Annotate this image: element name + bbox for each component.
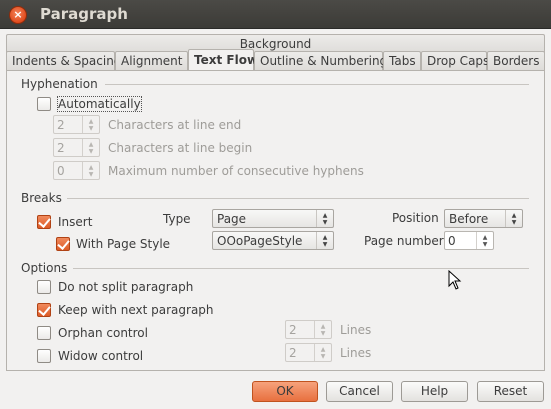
close-icon[interactable]: × [9,6,27,24]
page-style-value: OOoPageStyle [217,234,303,248]
help-button[interactable]: Help [401,381,468,402]
type-label: Type [163,212,191,226]
options-heading: Options [21,261,68,275]
spinner-arrows-icon: ▲ ▼ [476,232,493,249]
insert-checkbox[interactable] [37,215,51,229]
automatically-label[interactable]: Automatically [57,96,142,112]
keep-with-next-label: Keep with next paragraph [58,303,214,317]
position-value: Before [449,212,489,226]
widow-control-checkbox[interactable] [37,349,51,363]
max-hyphens-value: 0 [57,164,65,178]
position-label: Position [392,211,439,225]
max-hyphens-label: Maximum number of consecutive hyphens [108,164,364,178]
title-bar: × Paragraph [0,0,551,29]
widow-lines-spinner[interactable]: 2 ▲ ▼ [285,343,332,362]
ok-button[interactable]: OK [252,381,318,402]
dialog-body: Background Indents & Spacing Alignment T… [6,34,545,371]
with-page-style-label: With Page Style [76,237,171,251]
tab-text-flow[interactable]: Text Flow [188,49,258,70]
spinner-arrows-icon: ▲ ▼ [82,116,99,133]
tab-indents-spacing[interactable]: Indents & Spacing [6,51,121,70]
widow-lines-value: 2 [289,346,297,360]
insert-label: Insert [58,215,93,229]
cancel-button[interactable]: Cancel [326,381,393,402]
max-hyphens-spinner[interactable]: 0 ▲ ▼ [53,161,100,180]
type-dropdown[interactable]: Page ▲ ▼ [212,209,334,228]
chars-line-begin-value: 2 [57,141,65,155]
text-flow-panel: Hyphenation Automatically 2 ▲ ▼ Character… [6,70,545,371]
spinner-arrows-icon: ▲ ▼ [82,162,99,179]
combo-arrows-icon: ▲ ▼ [316,210,333,227]
window-title: Paragraph [40,5,128,23]
reset-button[interactable]: Reset [477,381,544,402]
page-number-value: 0 [448,234,456,248]
widow-lines-unit: Lines [340,346,372,360]
tab-tabs[interactable]: Tabs [383,51,421,70]
orphan-lines-unit: Lines [340,323,372,337]
combo-arrows-icon: ▲ ▼ [316,232,333,249]
orphan-lines-value: 2 [289,323,297,337]
breaks-heading: Breaks [21,191,62,205]
chars-line-begin-spinner[interactable]: 2 ▲ ▼ [53,138,100,157]
position-dropdown[interactable]: Before ▲ ▼ [444,209,523,228]
orphan-control-label: Orphan control [58,326,148,340]
do-not-split-label: Do not split paragraph [58,280,194,294]
tab-drop-caps[interactable]: Drop Caps [421,51,489,70]
orphan-control-checkbox[interactable] [37,326,51,340]
breaks-separator [67,198,529,199]
type-value: Page [217,212,247,226]
spinner-arrows-icon: ▲ ▼ [314,321,331,338]
tab-row-2: Indents & Spacing Alignment Text Flow Ou… [6,49,545,70]
hyphenation-heading: Hyphenation [21,77,98,91]
options-separator [73,268,529,269]
chars-line-end-value: 2 [57,118,65,132]
spinner-arrows-icon: ▲ ▼ [314,344,331,361]
chars-line-end-label: Characters at line end [108,118,242,132]
spinner-arrows-icon: ▲ ▼ [82,139,99,156]
do-not-split-checkbox[interactable] [37,280,51,294]
tab-alignment[interactable]: Alignment [115,51,188,70]
widow-control-label: Widow control [58,349,144,363]
chars-line-end-spinner[interactable]: 2 ▲ ▼ [53,115,100,134]
keep-with-next-checkbox[interactable] [37,303,51,317]
page-style-dropdown[interactable]: OOoPageStyle ▲ ▼ [212,231,334,250]
automatically-checkbox[interactable] [37,97,51,111]
page-number-spinner[interactable]: 0 ▲ ▼ [444,231,494,250]
combo-arrows-icon: ▲ ▼ [505,210,522,227]
hyphenation-separator [105,84,529,85]
page-number-label: Page number [364,234,444,248]
tab-outline-numbering[interactable]: Outline & Numbering [254,51,387,70]
with-page-style-checkbox[interactable] [56,237,70,251]
mouse-cursor-icon [448,270,462,290]
orphan-lines-spinner[interactable]: 2 ▲ ▼ [285,320,332,339]
tab-borders[interactable]: Borders [487,51,545,70]
chars-line-begin-label: Characters at line begin [108,141,253,155]
